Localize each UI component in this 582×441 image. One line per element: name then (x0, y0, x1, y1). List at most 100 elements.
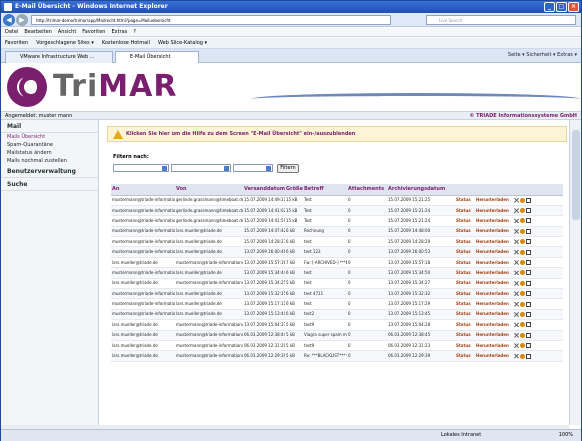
table-row[interactable]: lars.mueller@triade.de mustermann@triade-… (111, 330, 563, 341)
delete-icon[interactable] (514, 249, 519, 255)
table-row[interactable]: mustermann@triade-informationssysteme.co… (111, 226, 563, 238)
copy-icon[interactable] (526, 228, 531, 234)
delete-icon[interactable] (514, 260, 519, 266)
copy-icon[interactable] (526, 239, 531, 245)
delete-icon[interactable] (514, 322, 519, 328)
filter-select-2[interactable] (171, 164, 231, 172)
status-link[interactable]: Status (455, 340, 475, 352)
copy-icon[interactable] (526, 301, 531, 307)
menu-item[interactable]: Ansicht (58, 29, 76, 35)
column-header[interactable] (455, 184, 475, 196)
download-link[interactable]: Herunterladen (475, 215, 513, 227)
copy-icon[interactable] (526, 311, 531, 317)
download-link[interactable]: Herunterladen (475, 195, 513, 206)
delete-icon[interactable] (514, 228, 519, 234)
table-row[interactable]: mustermann@triade-informationssysteme.co… (111, 195, 563, 206)
table-row[interactable]: lars.mueller@triade.de mustermann@triade-… (111, 257, 563, 269)
table-row[interactable]: mustermann@triade-informationssysteme.co… (111, 267, 563, 279)
download-link[interactable]: Herunterladen (475, 330, 513, 341)
delete-icon[interactable] (514, 280, 519, 286)
menu-item[interactable]: Favoriten (82, 29, 105, 35)
copy-icon[interactable] (526, 332, 531, 338)
copy-icon[interactable] (526, 270, 531, 276)
delete-icon[interactable] (514, 291, 519, 297)
download-link[interactable]: Herunterladen (475, 319, 513, 331)
status-link[interactable]: Status (455, 278, 475, 290)
release-icon[interactable] (520, 228, 525, 234)
sidebar-section-search[interactable]: Suche (1, 178, 98, 191)
table-row[interactable]: lars.mueller@triade.de mustermann@triade-… (111, 319, 563, 331)
download-link[interactable]: Herunterladen (475, 309, 513, 321)
sidebar-section-mail[interactable]: Mail (1, 120, 98, 133)
column-header[interactable]: Betreff (303, 184, 347, 196)
table-row[interactable]: mustermann@triade-informationssysteme.co… (111, 288, 563, 300)
search-input[interactable]: Live Search (426, 15, 576, 25)
column-header[interactable] (475, 184, 513, 196)
release-icon[interactable] (520, 280, 525, 286)
maximize-button[interactable]: □ (556, 2, 567, 12)
delete-icon[interactable] (514, 239, 519, 245)
release-icon[interactable] (520, 322, 525, 328)
sidebar-item-mail-overview[interactable]: Mails Übersicht (1, 133, 98, 141)
command-bar[interactable]: Seite ▾ Sicherheit ▾ Extras ▾ (508, 52, 577, 58)
filter-button[interactable]: Filtern (277, 164, 299, 173)
delete-icon[interactable] (514, 343, 519, 349)
status-link[interactable]: Status (455, 288, 475, 300)
release-icon[interactable] (520, 197, 525, 203)
copy-icon[interactable] (526, 218, 531, 224)
menu-item[interactable]: ? (133, 29, 136, 35)
download-link[interactable]: Herunterladen (475, 340, 513, 352)
delete-icon[interactable] (514, 218, 519, 224)
status-link[interactable]: Status (455, 246, 475, 258)
release-icon[interactable] (520, 291, 525, 297)
download-link[interactable]: Herunterladen (475, 278, 513, 290)
release-icon[interactable] (520, 332, 525, 338)
release-icon[interactable] (520, 311, 525, 317)
status-link[interactable]: Status (455, 267, 475, 279)
company-link[interactable]: © TRIADE Informationssysteme GmbH (469, 112, 577, 120)
table-row[interactable]: lars.mueller@triade.de mustermann@triade-… (111, 350, 563, 362)
status-link[interactable]: Status (455, 236, 475, 248)
release-icon[interactable] (520, 353, 525, 359)
url-field[interactable]: http://trimar-demo/trimar/app/Mailrecht.… (31, 15, 391, 25)
zoom-level[interactable]: 100% (559, 430, 573, 441)
release-icon[interactable] (520, 239, 525, 245)
status-link[interactable]: Status (455, 257, 475, 269)
download-link[interactable]: Herunterladen (475, 257, 513, 269)
menu-item[interactable]: Bearbeiten (24, 29, 51, 35)
copy-icon[interactable] (526, 249, 531, 255)
release-icon[interactable] (520, 249, 525, 255)
column-header[interactable]: Größe (285, 184, 303, 196)
tab-email-overview[interactable]: E-Mail Übersicht (115, 51, 199, 63)
scroll-thumb[interactable] (572, 130, 580, 220)
sidebar-item-mail-status[interactable]: Mailstatus ändern (1, 149, 98, 157)
table-row[interactable]: mustermann@triade-informationssysteme.co… (111, 298, 563, 310)
status-link[interactable]: Status (455, 350, 475, 362)
status-link[interactable]: Status (455, 226, 475, 238)
copy-icon[interactable] (526, 260, 531, 266)
favorites-item[interactable]: Web Slice-Katalog ▾ (158, 40, 207, 46)
menu-item[interactable]: Extras (111, 29, 127, 35)
table-row[interactable]: mustermann@triade-informationssysteme.co… (111, 215, 563, 227)
table-row[interactable]: lars.mueller@triade.de mustermann@triade-… (111, 278, 563, 290)
status-link[interactable]: Status (455, 319, 475, 331)
status-link[interactable]: Status (455, 298, 475, 310)
menu-item[interactable]: Datei (5, 29, 18, 35)
favorites-item[interactable]: Kostenlose Hotmail (102, 40, 150, 46)
copy-icon[interactable] (526, 353, 531, 359)
status-link[interactable]: Status (455, 330, 475, 341)
table-row[interactable]: lars.mueller@triade.de mustermann@triade-… (111, 340, 563, 352)
back-icon[interactable]: ◀ (3, 14, 15, 26)
delete-icon[interactable] (514, 208, 519, 214)
delete-icon[interactable] (514, 311, 519, 317)
filter-select-1[interactable] (113, 164, 169, 172)
status-link[interactable]: Status (455, 215, 475, 227)
release-icon[interactable] (520, 301, 525, 307)
download-link[interactable]: Herunterladen (475, 298, 513, 310)
minimize-button[interactable]: _ (544, 2, 555, 12)
copy-icon[interactable] (526, 343, 531, 349)
download-link[interactable]: Herunterladen (475, 246, 513, 258)
download-link[interactable]: Herunterladen (475, 350, 513, 362)
download-link[interactable]: Herunterladen (475, 226, 513, 238)
table-row[interactable]: mustermann@triade-informationssysteme.co… (111, 246, 563, 258)
